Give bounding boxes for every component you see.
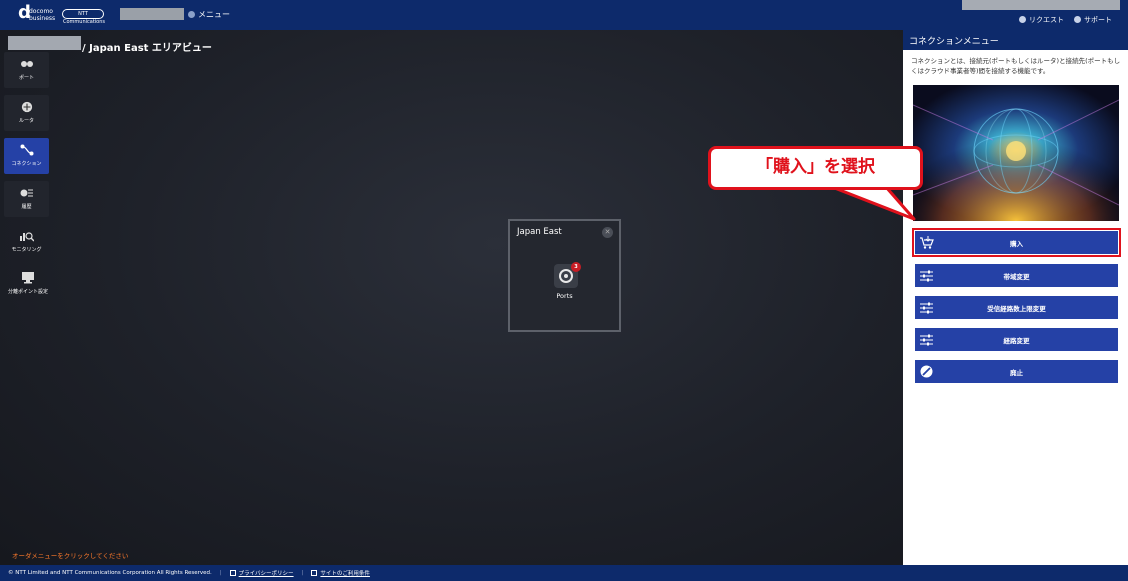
privacy-policy-link[interactable]: プライバシーポリシー (229, 569, 294, 577)
sidebar-item-router[interactable]: ルータ (4, 95, 49, 131)
sidebar-item-demarcation[interactable]: 分離ポイント設定 (0, 266, 56, 302)
sidebar-item-connection[interactable]: コネクション (4, 138, 49, 174)
terms-of-use-link[interactable]: サイトのご利用条件 (311, 569, 370, 577)
region-card[interactable]: Japan East ✕ 3 Ports (508, 219, 621, 332)
breadcrumb: / Japan East エリアビュー (82, 43, 212, 54)
port-icon (559, 269, 573, 283)
purchase-button[interactable]: 購入 (912, 228, 1121, 257)
sidebar-item-label: ポート (18, 75, 34, 81)
support-label: サポート (1084, 16, 1112, 24)
external-link-icon (311, 570, 318, 576)
sliders-icon (920, 302, 933, 314)
privacy-policy-label: プライバシーポリシー (238, 571, 294, 577)
terms-of-use-label: サイトのご利用条件 (320, 571, 370, 577)
sidebar-item-label: 分離ポイント設定 (7, 289, 48, 295)
change-route-limit-button[interactable]: 受信経路数上限変更 (915, 296, 1118, 319)
area-view-canvas: / Japan East エリアビュー ポート ルータ コネクション 履歴 モニ… (0, 30, 903, 565)
region-title: Japan East (517, 227, 562, 237)
support-icon (1074, 16, 1081, 23)
sidebar-item-history[interactable]: 履歴 (4, 181, 49, 217)
menu-link[interactable]: メニュー (188, 9, 230, 20)
port-count-badge: 3 (571, 262, 581, 272)
sidebar-item-label: 履歴 (21, 204, 32, 210)
purchase-label: 購入 (1010, 239, 1023, 248)
change-route-label: 経路変更 (1003, 336, 1030, 345)
sidebar-item-label: コネクション (11, 161, 42, 167)
top-header: d docomo business NTT Communications メニュ… (0, 0, 1128, 30)
request-icon (1019, 16, 1026, 23)
support-link[interactable]: サポート (1074, 15, 1112, 25)
order-hint-text: オーダメニューをクリックしてください (12, 552, 129, 560)
cart-icon (920, 236, 934, 249)
cancel-service-button[interactable]: 廃止 (915, 360, 1118, 383)
sliders-icon (920, 334, 933, 346)
change-route-button[interactable]: 経路変更 (915, 328, 1118, 351)
connection-icon (20, 144, 33, 156)
ports-label: Ports (556, 292, 573, 300)
panel-description: コネクションとは、接続元(ポートもしくはルータ)と接続先(ポートもしくはクラウド… (911, 57, 1121, 75)
cancel-service-label: 廃止 (1010, 368, 1023, 377)
change-bandwidth-button[interactable]: 帯域変更 (915, 264, 1118, 287)
sliders-icon (920, 270, 933, 282)
history-icon (20, 189, 33, 197)
close-icon[interactable]: ✕ (602, 227, 613, 238)
monitoring-icon (19, 232, 34, 242)
router-icon (21, 101, 32, 113)
external-link-icon (229, 570, 236, 576)
port-icon (20, 61, 33, 67)
connection-illustration (913, 85, 1119, 221)
panel-title: コネクションメニュー (903, 30, 1128, 50)
sidebar-item-port[interactable]: ポート (4, 52, 49, 88)
request-label: リクエスト (1029, 16, 1064, 24)
change-route-limit-label: 受信経路数上限変更 (987, 304, 1046, 313)
footer: © NTT Limited and NTT Communications Cor… (0, 565, 1128, 581)
logo-text: docomo business (29, 8, 56, 22)
docomo-business-logo[interactable]: d docomo business (18, 4, 58, 26)
footer-divider: | (219, 570, 222, 576)
menu-label: メニュー (198, 10, 230, 19)
masked-user-info (962, 0, 1120, 10)
masked-breadcrumb (8, 36, 81, 50)
sidebar-item-label: ルータ (18, 118, 34, 124)
masked-account-name (120, 8, 184, 20)
menu-icon (188, 11, 195, 18)
network-globe-image (913, 85, 1119, 221)
demarcation-icon (22, 272, 34, 284)
change-bandwidth-label: 帯域変更 (1003, 272, 1030, 281)
request-link[interactable]: リクエスト (1019, 15, 1064, 25)
footer-divider: | (301, 570, 304, 576)
sidebar-item-monitoring[interactable]: モニタリング (4, 224, 49, 260)
ntt-communications-logo: NTT Communications (62, 9, 106, 25)
instruction-callout: 「購入」を選択 (708, 146, 923, 190)
header-links: リクエスト サポート (1019, 15, 1112, 25)
copyright-text: © NTT Limited and NTT Communications Cor… (8, 570, 212, 576)
connection-menu-panel: コネクションメニュー コネクションとは、接続元(ポートもしくはルータ)と接続先(… (903, 30, 1128, 565)
callout-pointer (830, 185, 916, 221)
cancel-icon (920, 365, 933, 378)
sidebar-item-label: モニタリング (11, 247, 42, 253)
